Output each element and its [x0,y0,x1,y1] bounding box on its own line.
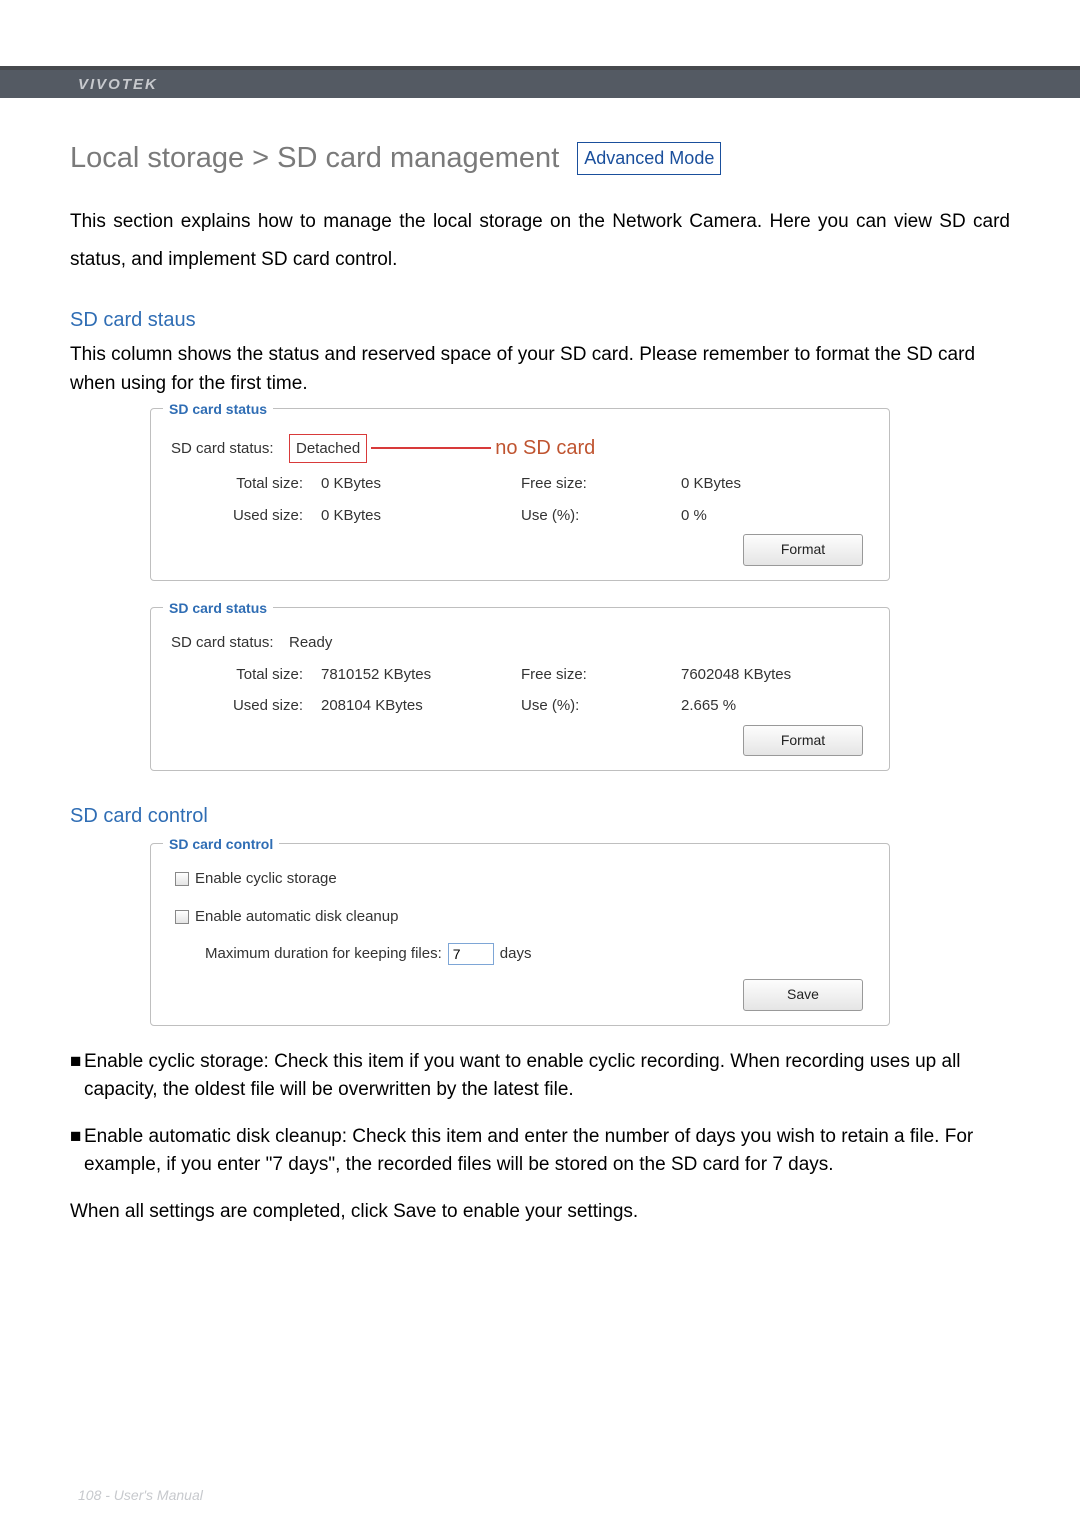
bullet-icon: ■ [70,1048,84,1105]
value-usepct: 2.665 % [681,693,851,719]
label-used: Used size: [171,693,321,719]
section-sd-control-heading: SD card control [70,799,1010,833]
fieldset-legend: SD card status [163,398,273,422]
save-button[interactable]: Save [743,979,863,1011]
bullet-cyclic-text: Enable cyclic storage: Check this item i… [84,1048,1010,1105]
fieldset-legend: SD card status [163,597,273,621]
section-sd-status-heading: SD card staus [70,303,1010,337]
label-free: Free size: [521,471,681,497]
sd-status-panel-detached: SD card status SD card status: Detached … [150,408,890,581]
value-used: 0 KBytes [321,503,521,529]
value-usepct: 0 % [681,503,851,529]
header-brand: VIVOTEK [0,70,1080,98]
title-text: Local storage > SD card management [70,134,559,183]
input-max-duration-days[interactable] [448,943,494,965]
sd-control-panel: SD card control Enable cyclic storage En… [150,843,890,1025]
value-used: 208104 KBytes [321,693,521,719]
status-value-ready: Ready [289,630,332,656]
intro-paragraph: This section explains how to manage the … [70,203,1010,279]
page-title: Local storage > SD card management Advan… [70,134,1010,183]
callout-no-sd: no SD card [495,431,595,465]
label-total: Total size: [171,662,321,688]
label-status: SD card status: [171,630,289,656]
value-total: 0 KBytes [321,471,521,497]
advanced-mode-badge: Advanced Mode [577,142,721,175]
label-usepct: Use (%): [521,503,681,529]
bullet-icon: ■ [70,1123,84,1180]
value-total: 7810152 KBytes [321,662,521,688]
sd-status-description: This column shows the status and reserve… [70,341,1010,398]
status-value-detached: Detached [289,434,367,464]
closing-note: When all settings are completed, click S… [70,1198,1010,1227]
label-cyclic-storage: Enable cyclic storage [195,866,337,892]
format-button[interactable]: Format [743,534,863,566]
label-max-duration: Maximum duration for keeping files: [205,941,442,967]
label-total: Total size: [171,471,321,497]
bullet-cleanup-text: Enable automatic disk cleanup: Check thi… [84,1123,1010,1180]
label-usepct: Use (%): [521,693,681,719]
label-free: Free size: [521,662,681,688]
label-used: Used size: [171,503,321,529]
value-free: 0 KBytes [681,471,851,497]
value-free: 7602048 KBytes [681,662,851,688]
label-status: SD card status: [171,436,289,462]
format-button[interactable]: Format [743,725,863,757]
footer-page-label: 108 - User's Manual [78,1487,203,1503]
checkbox-cyclic-storage[interactable] [175,872,189,886]
callout-connector [371,447,491,449]
checkbox-auto-cleanup[interactable] [175,910,189,924]
fieldset-legend: SD card control [163,833,279,857]
label-auto-cleanup: Enable automatic disk cleanup [195,904,398,930]
label-days: days [500,941,532,967]
sd-status-panel-ready: SD card status SD card status: Ready Tot… [150,607,890,771]
